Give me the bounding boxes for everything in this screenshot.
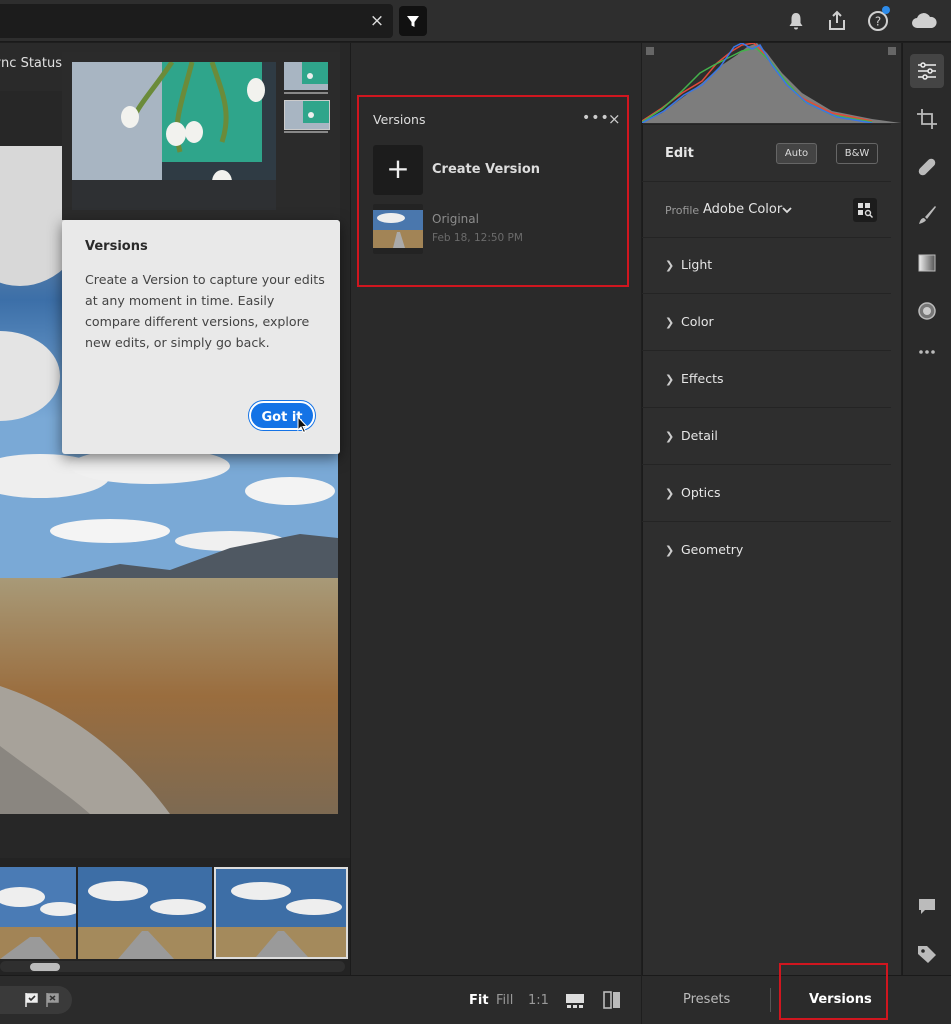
svg-text:?: ? <box>875 15 881 29</box>
profile-dropdown[interactable]: Adobe Color <box>703 202 782 217</box>
preview-image <box>72 62 276 210</box>
chevron-right-icon: ❯ <box>665 316 675 329</box>
section-label: Effects <box>681 371 724 386</box>
filmstrip-thumb[interactable] <box>0 867 76 959</box>
comment-icon[interactable] <box>915 894 939 918</box>
bell-icon[interactable] <box>784 9 808 33</box>
tool-strip <box>902 43 951 975</box>
section-label: Optics <box>681 485 721 500</box>
divider <box>642 464 891 465</box>
divider <box>642 293 891 294</box>
cloud-icon[interactable] <box>909 9 939 33</box>
section-light[interactable]: ❯ Light <box>665 257 712 272</box>
more-tools-icon[interactable] <box>915 340 939 364</box>
section-geometry[interactable]: ❯ Geometry <box>665 542 743 557</box>
section-optics[interactable]: ❯ Optics <box>665 485 721 500</box>
divider <box>642 124 891 125</box>
share-icon[interactable] <box>825 9 849 33</box>
reject-flag-icon[interactable] <box>45 992 61 1008</box>
cursor-icon <box>297 416 309 434</box>
divider <box>642 350 891 351</box>
divider <box>642 237 891 238</box>
chevron-down-icon[interactable] <box>781 205 793 215</box>
compare-view-icon[interactable] <box>601 989 623 1011</box>
chevron-right-icon: ❯ <box>665 544 675 557</box>
chevron-right-icon: ❯ <box>665 373 675 386</box>
chevron-right-icon: ❯ <box>665 487 675 500</box>
section-label: Light <box>681 257 713 272</box>
flag-controls <box>0 986 72 1014</box>
search-input[interactable] <box>0 4 393 38</box>
zoom-1to1-button[interactable]: 1:1 <box>528 993 549 1008</box>
grid-search-icon <box>858 203 873 218</box>
section-effects[interactable]: ❯ Effects <box>665 371 724 386</box>
divider <box>284 92 328 94</box>
section-label: Geometry <box>681 542 744 557</box>
divider <box>642 521 891 522</box>
filter-icon <box>407 16 419 27</box>
profile-browser-button[interactable] <box>853 198 877 222</box>
healing-icon[interactable] <box>915 155 939 179</box>
edit-title: Edit <box>665 146 694 161</box>
notification-dot <box>882 6 890 14</box>
divider <box>770 988 771 1012</box>
section-detail[interactable]: ❯ Detail <box>665 428 718 443</box>
zoom-fill-button[interactable]: Fill <box>496 993 513 1008</box>
tooltip-body: Create a Version to capture your edits a… <box>85 272 325 350</box>
presets-tab[interactable]: Presets <box>683 992 730 1007</box>
show-filmstrip-icon[interactable] <box>564 990 586 1010</box>
filmstrip-thumb-selected[interactable] <box>214 867 348 959</box>
sliders-icon[interactable] <box>915 59 939 83</box>
sync-status-tab[interactable]: Sync Status <box>0 56 62 82</box>
tooltip-title: Versions <box>85 239 148 254</box>
histogram <box>641 42 901 124</box>
pick-flag-icon[interactable] <box>24 992 40 1008</box>
filmstrip-thumb[interactable] <box>78 867 212 959</box>
crop-icon[interactable] <box>915 107 939 131</box>
clear-search-button[interactable]: × <box>368 10 386 32</box>
auto-button[interactable]: Auto <box>776 143 817 164</box>
filter-button[interactable] <box>399 6 427 36</box>
scrollbar-thumb[interactable] <box>30 963 60 971</box>
profile-label: Profile <box>665 204 700 217</box>
versions-tooltip: Versions Create a Version to capture you… <box>62 220 340 454</box>
chevron-right-icon: ❯ <box>665 259 675 272</box>
zoom-fit-button[interactable]: Fit <box>469 993 489 1008</box>
radial-gradient-icon[interactable] <box>915 299 939 323</box>
brush-icon[interactable] <box>915 203 939 227</box>
versions-tab-highlight-box <box>779 963 888 1020</box>
bw-button[interactable]: B&W <box>836 143 878 164</box>
divider <box>284 131 328 133</box>
section-label: Detail <box>681 428 718 443</box>
section-label: Color <box>681 314 714 329</box>
tag-icon[interactable] <box>915 942 939 966</box>
chevron-right-icon: ❯ <box>665 430 675 443</box>
divider <box>642 181 891 182</box>
version-mini-thumb-selected[interactable] <box>284 100 330 130</box>
divider <box>642 407 891 408</box>
linear-gradient-icon[interactable] <box>915 251 939 275</box>
edit-panel <box>642 43 901 975</box>
version-mini-thumb[interactable] <box>284 62 328 90</box>
versions-highlight-box <box>357 95 629 287</box>
section-color[interactable]: ❯ Color <box>665 314 714 329</box>
